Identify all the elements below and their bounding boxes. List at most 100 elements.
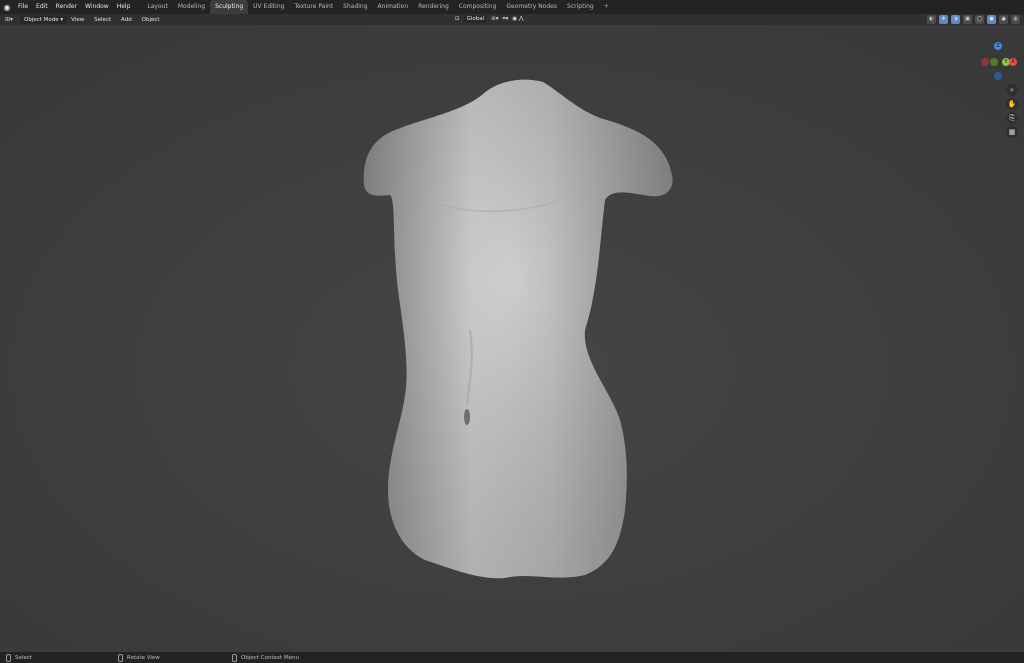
tool-label: Move <box>23 80 38 87</box>
select-subtract-icon[interactable] <box>38 28 46 36</box>
xray-icon[interactable]: ▣ <box>963 15 972 24</box>
transform-controls: ⊡ Global ⊘▾ ⌗▾ ◉ ⋀ <box>455 15 523 23</box>
menu-select[interactable]: Select <box>90 17 115 23</box>
measure-icon: ◺ <box>8 162 14 171</box>
perspective-grid-icon[interactable]: ▦ <box>1006 126 1018 138</box>
options-label: Options <box>990 28 1012 34</box>
select-invert-icon[interactable] <box>47 28 55 36</box>
torso-shape <box>363 79 673 579</box>
options-dropdown[interactable]: Options ▾ <box>986 27 1020 35</box>
mouse-middle-icon <box>118 653 123 662</box>
torso-shading <box>363 79 673 579</box>
toolbar: ▸ Select Box ◌ Cursor ✥ Move ↻ Rotate ⊡ … <box>3 41 112 194</box>
tab-sculpting[interactable]: Sculpting <box>210 0 249 14</box>
main-menu: File Edit Render Window Help <box>14 0 134 14</box>
chest-line <box>429 199 561 213</box>
zoom-icon[interactable]: ⌕ <box>1006 84 1018 96</box>
tool-label: Transform <box>23 128 51 135</box>
mode-dropdown[interactable]: Object Mode ▾ <box>20 15 68 24</box>
mode-label: Object Mode <box>24 16 59 23</box>
menu-add[interactable]: Add <box>117 17 136 23</box>
menu-render[interactable]: Render <box>52 0 81 14</box>
stat-objects: Objects 0 / 1 <box>120 64 160 70</box>
add-cube-icon: ⬚ <box>7 181 15 190</box>
menu-window[interactable]: Window <box>81 0 113 14</box>
tab-modeling[interactable]: Modeling <box>173 0 210 14</box>
status-context-menu: Object Context Menu <box>232 653 300 662</box>
rotate-icon: ↻ <box>8 95 14 104</box>
tab-layout[interactable]: Layout <box>142 0 172 14</box>
shading-rendered-icon[interactable]: ◍ <box>1011 15 1020 24</box>
select-extend-icon[interactable] <box>29 28 37 36</box>
tool-move[interactable]: ✥ Move <box>3 76 112 91</box>
pan-hand-icon[interactable]: ✋ <box>1006 98 1018 110</box>
editor-type-icon[interactable]: ⊞▾ <box>0 14 18 25</box>
move-icon: ✥ <box>8 79 14 88</box>
workspace-tabs: Layout Modeling Sculpting UV Editing Tex… <box>142 0 613 14</box>
select-intersect-icon[interactable] <box>56 28 64 36</box>
status-bar: Select Rotate View Object Context Menu <box>0 652 1024 663</box>
tool-annotate[interactable]: ✎ Annotate <box>3 143 112 158</box>
tab-texture-paint[interactable]: Texture Paint <box>289 0 338 14</box>
visibility-icon[interactable]: ◐ <box>927 15 936 24</box>
menu-file[interactable]: File <box>14 0 32 14</box>
menu-view[interactable]: View <box>67 17 88 23</box>
cursor-icon: ◌ <box>7 60 15 69</box>
tab-compositing[interactable]: Compositing <box>454 0 502 14</box>
axis-neg-x-icon[interactable] <box>981 58 989 66</box>
status-rotate-view: Rotate View <box>118 653 160 662</box>
menu-object[interactable]: Object <box>138 17 164 23</box>
menu-help[interactable]: Help <box>113 0 135 14</box>
top-bar: ◉ File Edit Render Window Help Layout Mo… <box>0 0 1024 14</box>
snap-icon[interactable]: ⌗▾ <box>503 16 509 23</box>
tool-label: Add Cube <box>23 182 50 189</box>
tab-shading[interactable]: Shading <box>338 0 372 14</box>
scale-icon: ⊡ <box>8 111 14 120</box>
axis-neg-z-icon[interactable] <box>994 72 1002 80</box>
tool-add-cube[interactable]: ⬚ Add Cube <box>3 178 112 193</box>
status-context-label: Object Context Menu <box>241 654 300 661</box>
tool-label: Select Box <box>23 45 52 52</box>
tool-measure[interactable]: ◺ Measure <box>3 159 112 174</box>
select-new-icon[interactable] <box>20 28 28 36</box>
gizmo-toggle-icon[interactable]: ✥ <box>939 15 948 24</box>
navel <box>464 409 470 425</box>
tool-transform[interactable]: ⊕ Transform <box>3 124 112 139</box>
tab-rendering[interactable]: Rendering <box>413 0 454 14</box>
orientation-dropdown[interactable]: Global <box>463 15 488 23</box>
annotate-icon: ✎ <box>8 146 14 155</box>
tool-cursor[interactable]: ◌ Cursor <box>3 57 112 72</box>
proportional-edit-icon[interactable]: ◉ ⋀ <box>512 16 523 22</box>
tool-rotate[interactable]: ↻ Rotate <box>3 92 112 107</box>
tool-select-box[interactable]: ▸ Select Box <box>3 41 112 56</box>
abdomen-line <box>466 329 473 406</box>
shading-material-icon[interactable]: ◕ <box>999 15 1008 24</box>
tool-label: Cursor <box>23 61 42 68</box>
axis-z-icon[interactable]: Z <box>994 42 1002 50</box>
shading-solid-icon[interactable]: ● <box>987 15 996 24</box>
select-box-icon: ▸ <box>9 44 13 53</box>
tab-animation[interactable]: Animation <box>373 0 414 14</box>
pivot-icon[interactable]: ⊘▾ <box>491 16 498 22</box>
stat-edges: Edges 287,992 <box>120 80 170 86</box>
viewport-stats-overlay: User Perspective (44) Scene Collection |… <box>120 42 198 103</box>
overlay-toggle-icon[interactable]: ◑ <box>951 15 960 24</box>
tool-label: Measure <box>23 163 47 170</box>
axis-x-icon[interactable]: X <box>1009 58 1017 66</box>
status-select: Select <box>6 653 32 662</box>
shading-wireframe-icon[interactable]: ◯ <box>975 15 984 24</box>
blender-logo-icon[interactable]: ◉ <box>0 0 14 14</box>
view-label: User Perspective <box>120 43 167 49</box>
tool-scale[interactable]: ⊡ Scale <box>3 108 112 123</box>
menu-edit[interactable]: Edit <box>32 0 52 14</box>
tab-uv-editing[interactable]: UV Editing <box>248 0 289 14</box>
tab-geometry-nodes[interactable]: Geometry Nodes <box>501 0 562 14</box>
mouse-left-icon <box>6 653 11 662</box>
tab-scripting[interactable]: Scripting <box>562 0 599 14</box>
add-workspace-button[interactable]: + <box>599 0 614 14</box>
stat-faces: Faces 143,996 <box>120 88 170 94</box>
axis-neg-y-icon[interactable] <box>990 58 998 66</box>
navigation-gizmo[interactable]: Z Y X <box>980 40 1020 82</box>
mouse-right-icon <box>232 653 237 662</box>
camera-view-icon[interactable]: ⎘ <box>1006 112 1018 124</box>
